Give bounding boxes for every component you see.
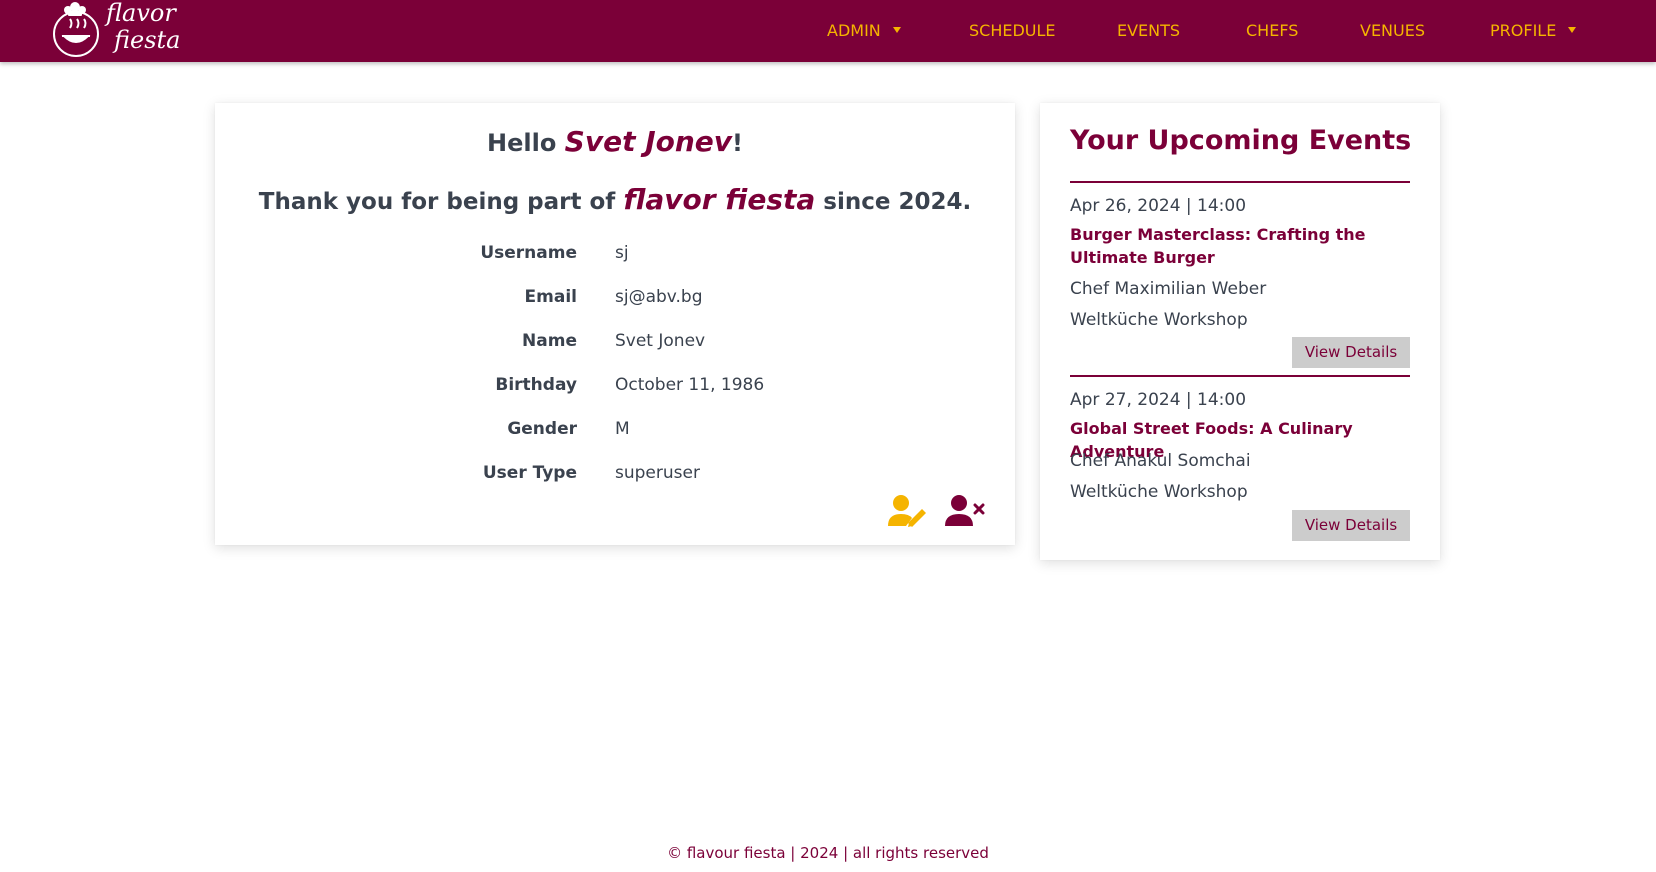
thanks-suffix: since 2024. <box>815 189 972 215</box>
user-delete-icon <box>945 495 985 526</box>
field-value: sj@abv.bg <box>615 287 703 307</box>
nav-admin-label: ADMIN <box>827 21 881 40</box>
event-date: Apr 26, 2024 | 14:00 <box>1070 196 1247 216</box>
top-navbar: flavor fiesta ADMIN SCHEDULE EVENTS CHEF… <box>0 0 1656 62</box>
thanks-site-name: flavor fiesta <box>623 183 816 216</box>
greeting-suffix: ! <box>732 129 743 157</box>
caret-down-icon <box>1568 26 1577 33</box>
chef-pot-logo-icon <box>53 2 99 57</box>
field-value: superuser <box>615 463 700 483</box>
upcoming-events-card: Your Upcoming Events Apr 26, 2024 | 14:0… <box>1040 103 1440 560</box>
field-label: Birthday <box>495 375 577 395</box>
event-chef: Chef Maximilian Weber <box>1070 279 1267 299</box>
nav-events-link[interactable]: EVENTS <box>1117 21 1180 41</box>
caret-down-icon <box>892 26 901 33</box>
membership-heading: Thank you for being part of flavor fiest… <box>215 183 1015 219</box>
field-row-birthday: Birthday October 11, 1986 <box>215 373 1015 397</box>
field-label: Name <box>522 331 577 351</box>
view-details-button[interactable]: View Details <box>1292 510 1410 541</box>
logo-line-2: fiesta <box>114 26 181 54</box>
footer-copyright: © flavour fiesta | 2024 | all rights res… <box>667 844 989 862</box>
field-row-gender: Gender M <box>215 417 1015 441</box>
greeting-prefix: Hello <box>487 129 565 157</box>
profile-card: Hello Svet Jonev! Thank you for being pa… <box>215 103 1015 545</box>
field-label: Gender <box>507 419 577 439</box>
field-label: Username <box>480 243 577 263</box>
divider <box>1070 375 1410 377</box>
field-value: sj <box>615 243 629 263</box>
site-logo[interactable]: flavor fiesta <box>46 0 180 62</box>
event-date: Apr 27, 2024 | 14:00 <box>1070 390 1247 410</box>
delete-profile-button[interactable] <box>945 493 987 529</box>
field-value: Svet Jonev <box>615 331 706 351</box>
nav-schedule-link[interactable]: SCHEDULE <box>969 21 1056 41</box>
nav-profile-dropdown[interactable]: PROFILE <box>1490 21 1577 41</box>
event-chef: Chef Anakul Somchai <box>1070 451 1251 471</box>
thanks-prefix: Thank you for being part of <box>258 189 624 215</box>
field-row-email: Email sj@abv.bg <box>215 285 1015 309</box>
field-label: User Type <box>482 463 577 483</box>
user-edit-icon <box>888 495 926 527</box>
field-row-username: Username sj <box>215 241 1015 265</box>
field-value: October 11, 1986 <box>615 375 765 395</box>
logo-wordmark: flavor fiesta <box>106 0 186 54</box>
event-venue: Weltküche Workshop <box>1070 482 1248 502</box>
field-label: Email <box>524 287 577 307</box>
nav-profile-label: PROFILE <box>1490 21 1557 40</box>
greeting-heading: Hello Svet Jonev! <box>215 125 1015 160</box>
field-row-user-type: User Type superuser <box>215 461 1015 485</box>
nav-chefs-link[interactable]: CHEFS <box>1246 21 1298 41</box>
event-venue: Weltküche Workshop <box>1070 310 1248 330</box>
divider <box>1070 181 1410 183</box>
nav-admin-dropdown[interactable]: ADMIN <box>827 21 901 41</box>
event-title-link[interactable]: Burger Masterclass: Crafting the Ultimat… <box>1070 223 1410 269</box>
logo-line-1: flavor <box>106 0 176 27</box>
field-row-name: Name Svet Jonev <box>215 329 1015 353</box>
view-details-button[interactable]: View Details <box>1292 337 1410 368</box>
upcoming-events-title: Your Upcoming Events <box>1070 125 1412 156</box>
field-value: M <box>615 419 630 439</box>
greeting-user-name: Svet Jonev <box>564 125 733 158</box>
edit-profile-button[interactable] <box>887 493 929 529</box>
nav-venues-link[interactable]: VENUES <box>1360 21 1425 41</box>
